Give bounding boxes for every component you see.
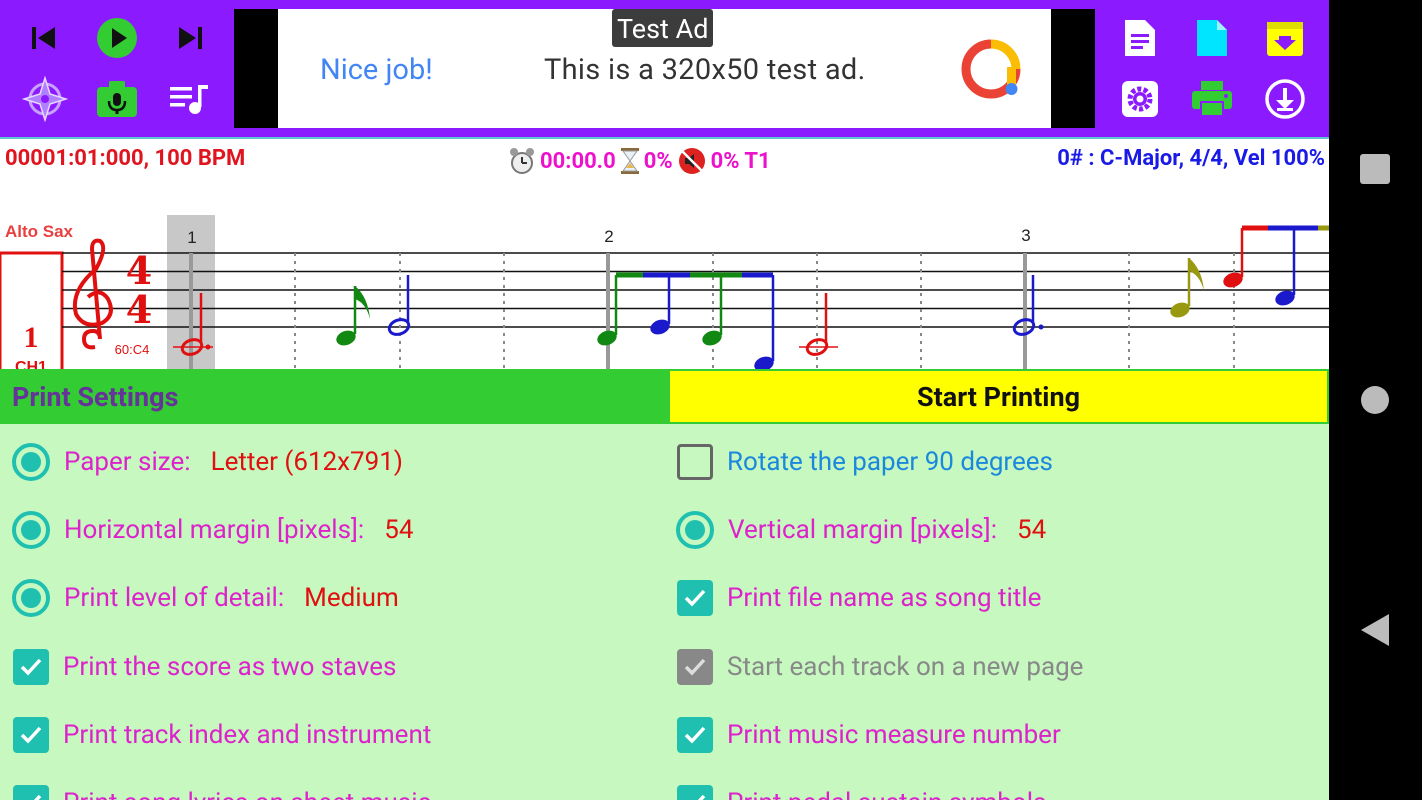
empty-checkbox-icon (677, 444, 713, 480)
checkmark-icon (13, 785, 49, 800)
print-settings-panel: Paper size: Letter (612x791) Horizontal … (0, 424, 1329, 800)
time-signature-bottom: 4 (126, 287, 152, 332)
detail-level-option[interactable]: Print level of detail: Medium (12, 576, 399, 620)
checkmark-icon (13, 649, 49, 685)
treble-clef-icon (73, 238, 113, 350)
note-eighth-olive (1170, 258, 1204, 318)
alarm-clock-icon (510, 148, 534, 174)
paper-size-value: Letter (612x791) (210, 447, 403, 477)
beat-lines (294, 253, 1235, 369)
detail-level-label: Print level of detail: (64, 583, 285, 613)
track-index-label: Print track index and instrument (63, 720, 432, 750)
radio-icon (676, 511, 714, 549)
beamed-pair-red-blue (1223, 225, 1329, 306)
checkmark-icon (677, 717, 713, 753)
time-value: 00:00.0 (540, 148, 616, 174)
system-navigation-bar (1329, 0, 1422, 800)
track-new-page-checkbox[interactable]: Start each track on a new page (677, 645, 1083, 689)
radio-icon (12, 443, 50, 481)
compass-icon[interactable] (17, 71, 73, 127)
start-printing-label: Start Printing (916, 380, 1080, 413)
vertical-margin-value: 54 (1017, 515, 1047, 545)
note-label: 60:C4 (115, 342, 150, 357)
detail-level-value: Medium (304, 583, 399, 613)
skip-previous-icon[interactable] (16, 10, 72, 66)
file-name-title-label: Print file name as song title (727, 583, 1042, 613)
ad-logo-icon (961, 39, 1021, 103)
print-icon[interactable] (1184, 71, 1240, 127)
ad-body: This is a 320x50 test ad. (544, 53, 866, 87)
start-printing-button[interactable]: Start Printing (668, 369, 1329, 424)
checkmark-icon (677, 649, 713, 685)
ad-tag: Test Ad (612, 9, 714, 47)
archive-icon[interactable] (1257, 10, 1313, 66)
back-icon[interactable] (1359, 612, 1391, 652)
measure-number-2: 2 (604, 227, 613, 246)
ad-banner[interactable]: Nice job! This is a 320x50 test ad. Test… (234, 9, 1095, 128)
measure-number-1: 1 (187, 228, 196, 247)
progress-value: 0% (643, 148, 673, 174)
track-index-checkbox[interactable]: Print track index and instrument (13, 713, 431, 757)
timer-readout[interactable]: 00:00.0 0% 0% T1 (508, 146, 771, 176)
recents-icon[interactable] (1359, 153, 1391, 189)
top-toolbar: Nice job! This is a 320x50 test ad. Test… (0, 0, 1329, 137)
two-staves-checkbox[interactable]: Print the score as two staves (13, 645, 396, 689)
track-number: 1 (24, 321, 39, 354)
measure-number-checkbox[interactable]: Print music measure number (677, 713, 1061, 757)
instrument-label: Alto Sax (5, 222, 74, 241)
vertical-margin-option[interactable]: Vertical margin [pixels]: 54 (676, 508, 1046, 552)
print-settings-header: Print Settings (0, 369, 668, 424)
horizontal-margin-label: Horizontal margin [pixels]: (64, 515, 365, 545)
radio-icon (12, 511, 50, 549)
channel-label: CH1 (15, 359, 47, 369)
ad-headline: Nice job! (320, 53, 433, 87)
blank-document-icon[interactable] (1184, 10, 1240, 66)
hourglass-icon (620, 148, 639, 174)
download-icon[interactable] (1257, 71, 1313, 127)
beamed-note-group (597, 272, 775, 369)
two-staves-label: Print the score as two staves (63, 652, 397, 682)
staff-lines (62, 252, 1329, 328)
playlist-icon[interactable] (162, 71, 218, 127)
volume-value: 0% T1 (710, 148, 771, 174)
staff-canvas[interactable]: Alto Sax 1 CH1 1 2 3 4 4 60:C4 (0, 179, 1329, 369)
measure-number-label: Print music measure number (727, 720, 1061, 750)
file-name-title-checkbox[interactable]: Print file name as song title (677, 576, 1041, 620)
vertical-margin-label: Vertical margin [pixels]: (728, 515, 998, 545)
position-readout[interactable]: 00001:01:000, 100 BPM (5, 146, 245, 171)
score-view[interactable]: Alto Sax 1 CH1 1 2 3 4 4 60:C4 (0, 179, 1329, 369)
status-bar: 00001:01:000, 100 BPM 00:00.0 0% 0% T1 0… (0, 137, 1329, 179)
home-icon[interactable] (1359, 384, 1391, 420)
mute-icon (678, 148, 705, 174)
key-signature-readout[interactable]: 0# : C-Major, 4/4, Vel 100% (1057, 146, 1325, 171)
song-lyrics-label: Print song lyrics on sheet music (63, 788, 431, 800)
horizontal-margin-value: 54 (384, 515, 414, 545)
song-lyrics-checkbox[interactable]: Print song lyrics on sheet music (13, 781, 431, 800)
camera-mic-icon[interactable] (89, 71, 145, 127)
print-settings-title: Print Settings (12, 381, 179, 413)
skip-next-icon[interactable] (162, 10, 218, 66)
paper-size-option[interactable]: Paper size: Letter (612x791) (12, 440, 403, 484)
radio-icon (12, 579, 50, 617)
note-half-red-2 (799, 293, 838, 356)
note-eighth-green (336, 286, 370, 346)
rotate-paper-checkbox[interactable]: Rotate the paper 90 degrees (677, 440, 1053, 484)
checkmark-icon (677, 580, 713, 616)
horizontal-margin-option[interactable]: Horizontal margin [pixels]: 54 (12, 508, 413, 552)
measure-number-3: 3 (1021, 226, 1030, 245)
rotate-paper-label: Rotate the paper 90 degrees (727, 447, 1053, 477)
text-document-icon[interactable] (1112, 10, 1168, 66)
settings-icon[interactable] (1112, 71, 1168, 127)
pedal-sustain-checkbox[interactable]: Print pedal sustain symbols (677, 781, 1046, 800)
pedal-sustain-label: Print pedal sustain symbols (727, 788, 1046, 800)
track-new-page-label: Start each track on a new page (727, 652, 1084, 682)
paper-size-label: Paper size: (64, 447, 191, 477)
play-icon[interactable] (89, 10, 145, 66)
checkmark-icon (13, 717, 49, 753)
checkmark-icon (677, 785, 713, 800)
